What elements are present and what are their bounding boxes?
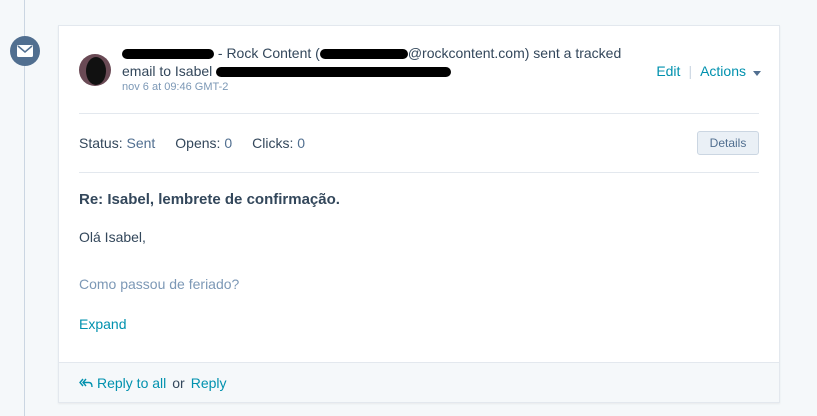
actions-label: Actions <box>700 63 746 79</box>
opens-value: 0 <box>224 135 233 151</box>
status-value: Sent <box>126 135 156 151</box>
timestamp: nov 6 at 09:46 GMT-2 <box>122 81 229 93</box>
status-label: Status: <box>79 135 123 151</box>
details-button[interactable]: Details <box>697 131 759 155</box>
opens-label: Opens: <box>175 135 221 151</box>
sender-company: - Rock Content ( <box>217 45 320 61</box>
edit-link[interactable]: Edit <box>656 63 680 79</box>
reply-footer: Reply to all or Reply <box>59 362 779 402</box>
action-text: ) sent a tracked <box>524 45 622 61</box>
email-body-greeting: Olá Isabel, <box>79 229 146 245</box>
avatar[interactable] <box>79 54 111 86</box>
email-header-text: - Rock Content ( @rockcontent.com) sent a… <box>122 44 642 80</box>
redacted-recipient <box>216 67 452 78</box>
actions-dropdown[interactable]: Actions <box>700 63 761 79</box>
separator: | <box>688 63 693 79</box>
reply-all-icon <box>79 378 93 388</box>
sender-email-domain: @rockcontent.com <box>407 45 525 61</box>
divider <box>79 113 759 114</box>
header-actions: Edit | Actions <box>656 63 761 79</box>
email-activity-card: - Rock Content ( @rockcontent.com) sent a… <box>58 25 780 403</box>
redacted-sender-name <box>122 49 214 60</box>
divider <box>79 172 759 173</box>
reply-link[interactable]: Reply <box>191 375 227 391</box>
envelope-icon <box>10 36 40 66</box>
clicks-label: Clicks: <box>252 135 294 151</box>
caret-down-icon <box>753 71 761 76</box>
expand-link[interactable]: Expand <box>79 316 126 332</box>
clicks-value: 0 <box>297 135 306 151</box>
email-stats: Status: Sent Opens: 0 Clicks: 0 <box>79 135 305 151</box>
recipient-text: email to Isabel <box>122 63 213 79</box>
or-text: or <box>172 374 185 391</box>
redacted-sender-email <box>319 49 408 60</box>
email-body-preview: Como passou de feriado? <box>79 276 240 292</box>
reply-all-link[interactable]: Reply to all <box>97 375 166 391</box>
email-subject: Re: Isabel, lembrete de confirmação. <box>79 191 340 208</box>
